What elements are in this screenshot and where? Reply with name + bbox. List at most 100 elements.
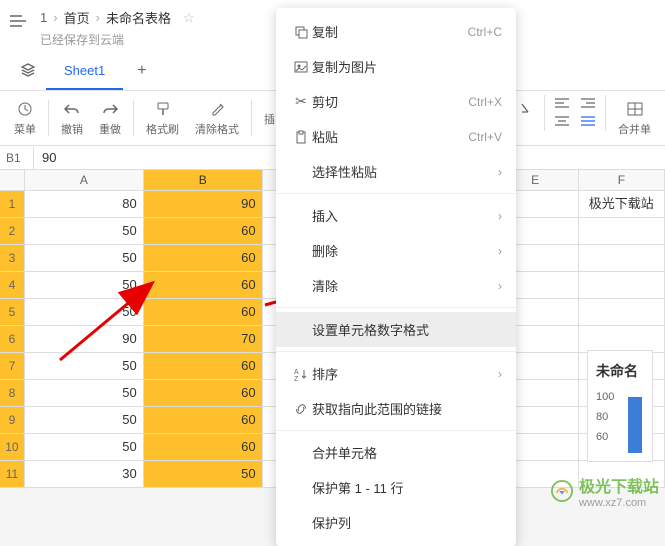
cell[interactable]: 60 [144,245,263,271]
undo-button[interactable]: 撤销 [53,95,91,141]
select-all-corner[interactable] [0,170,25,190]
sheets-icon[interactable] [10,54,46,89]
cell[interactable]: 60 [144,353,263,379]
chevron-right-icon: › [498,209,502,223]
menu-delete[interactable]: 删除 › [276,233,516,268]
menu-toggle-icon[interactable] [10,14,26,31]
doc-title[interactable]: 未命名表格 [106,8,171,27]
page-number: 1 [40,10,47,25]
menu-merge[interactable]: 合并单元格 [276,435,516,470]
sort-icon: AZ [290,367,312,381]
cell[interactable]: 60 [144,272,263,298]
tab-sheet1[interactable]: Sheet1 [46,53,123,90]
chevron-right-icon: › [498,165,502,179]
row-header[interactable]: 8 [0,380,25,406]
breadcrumb-home[interactable]: 首页 [64,8,90,27]
cell[interactable]: 60 [144,407,263,433]
menu-clear[interactable]: 清除 › [276,268,516,303]
cell[interactable]: 90 [144,191,263,217]
row-header[interactable]: 11 [0,461,25,487]
menu-insert[interactable]: 插入 › [276,198,516,233]
paste-icon [290,130,312,144]
format-painter-button[interactable]: 格式刷 [138,95,187,141]
cell[interactable]: 50 [25,218,144,244]
cell[interactable]: 50 [25,353,144,379]
menu-copy-as-image[interactable]: 复制为图片 [276,49,516,84]
cell[interactable] [579,245,665,271]
cell[interactable]: 极光下载站 [579,191,665,217]
redo-button[interactable]: 重做 [91,95,129,141]
watermark: 极光下载站 www.xz7.com [551,473,659,509]
align-left-icon[interactable] [555,97,569,111]
row-header[interactable]: 7 [0,353,25,379]
merge-cells-button[interactable]: 合并单 [610,95,659,141]
cell[interactable]: 50 [25,299,144,325]
row-header[interactable]: 2 [0,218,25,244]
cut-icon: ✂ [290,93,312,110]
menu-button[interactable]: 菜单 [6,95,44,141]
cell[interactable]: 30 [25,461,144,487]
menu-icon [18,99,32,119]
cell[interactable]: 80 [25,191,144,217]
clear-format-icon [209,99,225,119]
cell[interactable]: 50 [25,407,144,433]
align-center-icon[interactable] [555,115,569,129]
row-header[interactable]: 1 [0,191,25,217]
row-header[interactable]: 4 [0,272,25,298]
col-header-f[interactable]: F [579,170,665,190]
star-icon[interactable]: ☆ [183,10,195,26]
copy-icon [290,25,312,39]
row-header[interactable]: 9 [0,407,25,433]
svg-text:Z: Z [294,376,299,381]
align-justify-icon[interactable] [581,115,595,129]
row-header[interactable]: 5 [0,299,25,325]
chevron-right-icon: › [498,367,502,381]
cell[interactable] [579,326,665,352]
cell[interactable]: 60 [144,299,263,325]
cell[interactable]: 70 [144,326,263,352]
menu-protect-col[interactable]: 保护列 [276,505,516,540]
context-menu: 复制 Ctrl+C 复制为图片 ✂ 剪切 Ctrl+X 粘贴 Ctrl+V 选择… [276,8,516,546]
watermark-logo-icon [551,480,573,502]
cell[interactable]: 50 [25,272,144,298]
menu-paste[interactable]: 粘贴 Ctrl+V [276,119,516,154]
menu-protect-rows[interactable]: 保护第 1 - 11 行 [276,470,516,505]
menu-cut[interactable]: ✂ 剪切 Ctrl+X [276,84,516,119]
clear-format-button[interactable]: 清除格式 [187,95,247,141]
add-sheet-button[interactable]: + [123,52,160,90]
merge-icon [627,99,643,119]
menu-get-link[interactable]: 获取指向此范围的链接 [276,391,516,426]
cell[interactable] [579,272,665,298]
cell[interactable]: 50 [25,245,144,271]
cell[interactable]: 50 [144,461,263,487]
menu-paste-special[interactable]: 选择性粘贴 › [276,154,516,189]
cell[interactable]: 50 [25,380,144,406]
undo-icon [64,99,80,119]
cell[interactable] [579,218,665,244]
chart-panel[interactable]: 未命名 100 80 60 [587,350,653,462]
cell[interactable]: 50 [25,434,144,460]
cell-reference[interactable]: B1 [0,147,34,169]
col-header-b[interactable]: B [144,170,263,190]
col-header-a[interactable]: A [25,170,144,190]
menu-copy[interactable]: 复制 Ctrl+C [276,14,516,49]
menu-number-format[interactable]: 设置单元格数字格式 [276,312,516,347]
cell[interactable]: 60 [144,218,263,244]
watermark-name: 极光下载站 [579,473,659,497]
chevron-right-icon: › [498,279,502,293]
chart-title: 未命名 [596,361,644,381]
menu-sort[interactable]: AZ 排序 › [276,356,516,391]
format-painter-icon [155,99,171,119]
cell[interactable]: 60 [144,380,263,406]
cell[interactable] [579,299,665,325]
watermark-url: www.xz7.com [579,497,659,509]
row-header[interactable]: 10 [0,434,25,460]
align-right-icon[interactable] [581,97,595,111]
cell[interactable]: 90 [25,326,144,352]
redo-icon [102,99,118,119]
row-header[interactable]: 6 [0,326,25,352]
svg-text:A: A [294,369,299,376]
chevron-right-icon: › [498,244,502,258]
cell[interactable]: 60 [144,434,263,460]
row-header[interactable]: 3 [0,245,25,271]
